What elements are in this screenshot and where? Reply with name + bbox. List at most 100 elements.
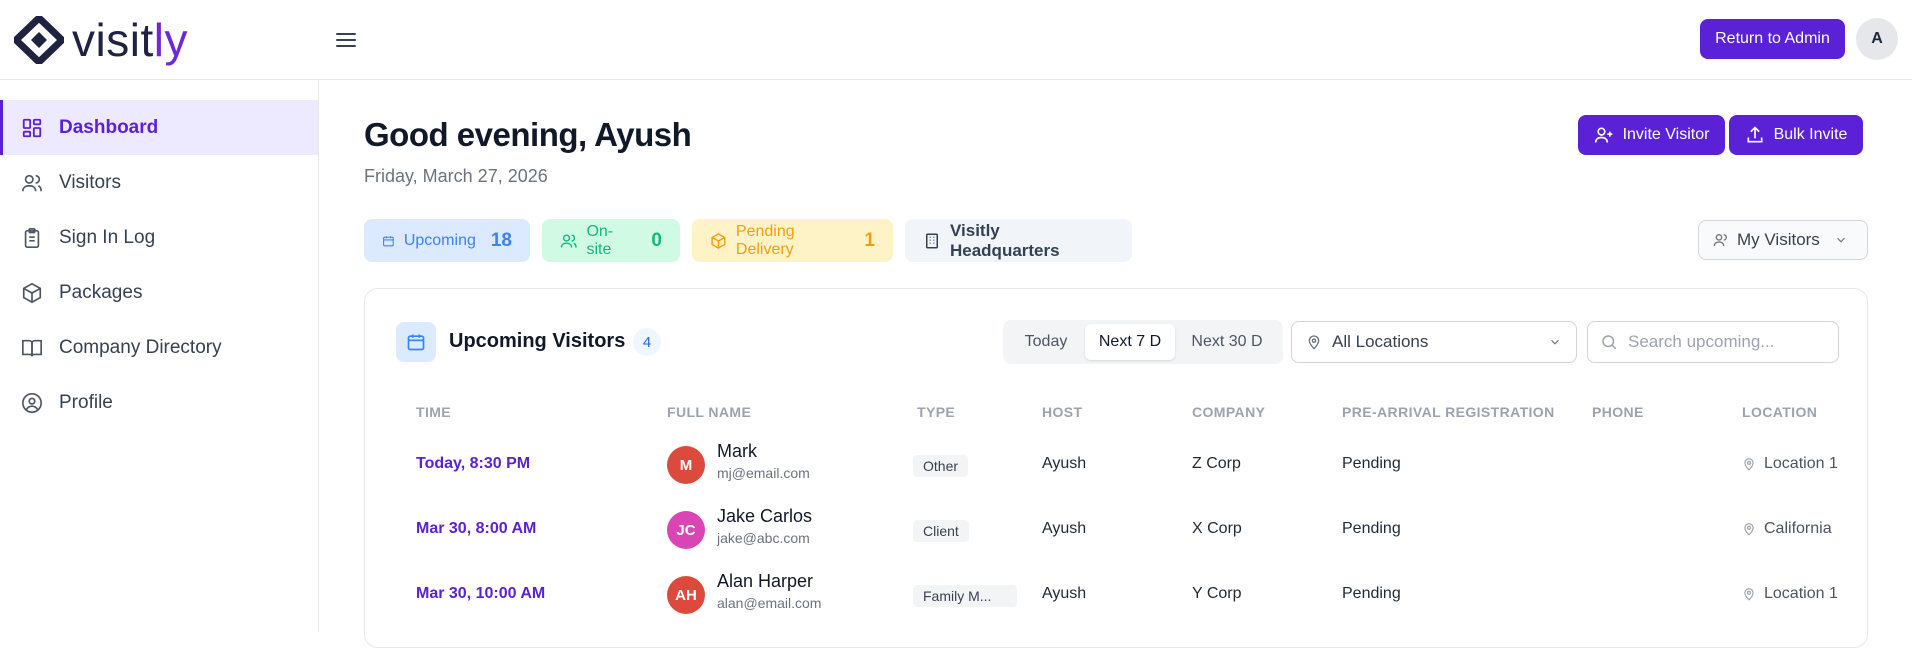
sidebar-item-label: Profile bbox=[59, 391, 113, 413]
column-header-full-name[interactable]: FULL NAME bbox=[667, 404, 751, 420]
sidebar: Dashboard Visitors Sign In Log Packages … bbox=[0, 80, 319, 632]
calendar-icon bbox=[383, 235, 394, 246]
column-header-location[interactable]: LOCATION bbox=[1742, 404, 1817, 420]
sidebar-item-label: Sign In Log bbox=[59, 226, 156, 248]
company-name: X Corp bbox=[1192, 520, 1242, 537]
chevron-down-icon bbox=[1836, 237, 1845, 243]
row-location: Location 1 bbox=[1742, 585, 1838, 603]
user-plus-icon bbox=[1594, 127, 1612, 143]
row-location: California bbox=[1742, 520, 1832, 538]
map-pin-icon bbox=[1308, 335, 1320, 350]
search-box bbox=[1587, 321, 1839, 363]
upcoming-count: 18 bbox=[490, 229, 512, 251]
sidebar-item-sign-in-log[interactable]: Sign In Log bbox=[0, 210, 318, 265]
visitor-email: jake@abc.com bbox=[717, 530, 810, 546]
map-pin-icon bbox=[1744, 523, 1754, 536]
table-row[interactable]: Mar 30, 8:00 AM JC Jake Carlos jake@abc.… bbox=[365, 498, 1867, 563]
pending-delivery-stat-chip[interactable]: Pending Delivery 1 bbox=[692, 219, 893, 262]
column-header-host[interactable]: HOST bbox=[1042, 404, 1083, 420]
invite-visitor-label: Invite Visitor bbox=[1622, 126, 1710, 143]
row-time: Mar 30, 10:00 AM bbox=[416, 585, 546, 602]
upcoming-stat-chip[interactable]: Upcoming 18 bbox=[364, 219, 530, 262]
column-header-pre-arrival-registration[interactable]: PRE-ARRIVAL REGISTRATION bbox=[1342, 404, 1555, 420]
calendar-icon bbox=[396, 322, 436, 362]
location-select[interactable]: All Locations bbox=[1291, 321, 1577, 363]
book-icon bbox=[20, 336, 44, 360]
column-header-phone[interactable]: PHONE bbox=[1592, 404, 1644, 420]
sidebar-item-label: Dashboard bbox=[59, 116, 159, 138]
sidebar-item-label: Company Directory bbox=[59, 336, 222, 358]
logo-mark-icon bbox=[14, 16, 64, 64]
avatar: JC bbox=[667, 511, 705, 549]
map-pin-icon bbox=[1744, 588, 1754, 601]
pending-delivery-label: Pending Delivery bbox=[735, 222, 795, 258]
range-today-option[interactable]: Today bbox=[1007, 324, 1085, 360]
bulk-invite-label: Bulk Invite bbox=[1773, 126, 1848, 143]
column-header-type[interactable]: TYPE bbox=[917, 404, 955, 420]
location-chip[interactable]: Visitly Headquarters bbox=[905, 219, 1132, 262]
sidebar-item-label: Packages bbox=[59, 281, 143, 303]
users-icon bbox=[20, 171, 44, 195]
my-visitors-label: My Visitors bbox=[1737, 230, 1820, 249]
date-range-toggle: Today Next 7 D Next 30 D bbox=[1003, 320, 1283, 364]
column-header-company[interactable]: COMPANY bbox=[1192, 404, 1265, 420]
card-title: Upcoming Visitors bbox=[449, 330, 626, 352]
bulk-invite-button[interactable]: Bulk Invite bbox=[1729, 115, 1863, 155]
search-icon bbox=[1602, 335, 1617, 350]
main-content: Good evening, Ayush Friday, March 27, 20… bbox=[320, 80, 1912, 648]
menu-toggle-icon[interactable] bbox=[334, 28, 358, 52]
sidebar-item-profile[interactable]: Profile bbox=[0, 375, 318, 430]
building-icon bbox=[925, 233, 938, 248]
my-visitors-dropdown[interactable]: My Visitors bbox=[1698, 220, 1868, 260]
return-to-admin-button[interactable]: Return to Admin bbox=[1700, 19, 1845, 59]
sidebar-item-label: Visitors bbox=[59, 171, 121, 193]
invite-visitor-button[interactable]: Invite Visitor bbox=[1578, 115, 1725, 155]
visitor-type-badge: Client bbox=[913, 520, 969, 542]
top-bar: visitly Return to Admin A bbox=[0, 0, 1912, 80]
visitor-type-badge: Other bbox=[913, 455, 969, 477]
onsite-count: 0 bbox=[651, 229, 662, 251]
sidebar-item-visitors[interactable]: Visitors bbox=[0, 155, 318, 210]
visitly-logo[interactable]: visitly bbox=[14, 16, 188, 64]
map-pin-icon bbox=[1744, 458, 1754, 471]
table-row[interactable]: Mar 30, 10:00 AM AH Alan Harper alan@ema… bbox=[365, 563, 1867, 628]
visitor-type-badge: Family M... bbox=[913, 585, 1017, 607]
location-name: Location 1 bbox=[1764, 585, 1838, 602]
onsite-label: On-site bbox=[586, 222, 614, 258]
avatar: AH bbox=[667, 576, 705, 614]
users-icon bbox=[560, 233, 577, 248]
user-avatar[interactable]: A bbox=[1856, 18, 1898, 60]
upcoming-visitors-card: Upcoming Visitors 4 Today Next 7 D Next … bbox=[364, 288, 1868, 648]
upcoming-label: Upcoming bbox=[403, 231, 476, 249]
range-next-30-days-option[interactable]: Next 30 D bbox=[1175, 324, 1279, 360]
search-input[interactable] bbox=[1628, 332, 1828, 352]
sidebar-item-dashboard[interactable]: Dashboard bbox=[0, 100, 318, 155]
registration-status: Pending bbox=[1342, 585, 1401, 602]
row-time: Mar 30, 8:00 AM bbox=[416, 520, 537, 537]
visitor-email: alan@email.com bbox=[717, 595, 822, 611]
row-location: Location 1 bbox=[1742, 455, 1838, 473]
visitor-name: Jake Carlos bbox=[717, 506, 813, 526]
page-title: Good evening, Ayush bbox=[364, 116, 692, 153]
column-header-time[interactable]: TIME bbox=[416, 404, 451, 420]
company-name: Z Corp bbox=[1192, 455, 1241, 472]
sidebar-item-packages[interactable]: Packages bbox=[0, 265, 318, 320]
location-label: Visitly Headquarters bbox=[949, 220, 1060, 260]
visitor-name: Alan Harper bbox=[717, 571, 814, 591]
package-icon bbox=[711, 232, 726, 249]
visitor-count-badge: 4 bbox=[633, 328, 661, 356]
visitor-name: Mark bbox=[717, 441, 757, 461]
dashboard-icon bbox=[20, 116, 44, 140]
chevron-down-icon bbox=[1551, 339, 1559, 345]
location-name: California bbox=[1764, 520, 1832, 537]
range-next-7-days-option[interactable]: Next 7 D bbox=[1085, 324, 1175, 360]
clipboard-icon bbox=[20, 226, 44, 250]
host-name: Ayush bbox=[1042, 585, 1087, 602]
onsite-stat-chip[interactable]: On-site 0 bbox=[542, 219, 680, 262]
location-select-value: All Locations bbox=[1332, 332, 1429, 351]
sidebar-item-company-directory[interactable]: Company Directory bbox=[0, 320, 318, 375]
table-row[interactable]: Today, 8:30 PM M Mark mj@email.com Other… bbox=[365, 433, 1867, 498]
upload-icon bbox=[1747, 126, 1763, 143]
company-name: Y Corp bbox=[1192, 585, 1242, 602]
row-time: Today, 8:30 PM bbox=[416, 455, 531, 472]
